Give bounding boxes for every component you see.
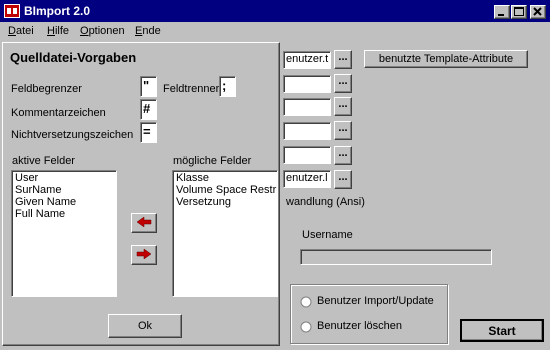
window-title: BImport 2.0 [24, 4, 91, 18]
start-button-label: Start [488, 324, 516, 338]
list-item[interactable]: Full Name [15, 208, 113, 220]
menu-optionen-label: ptionen [88, 25, 125, 37]
list-item[interactable]: Volume Space Restri [176, 184, 277, 196]
list-item[interactable]: Klasse [176, 172, 274, 184]
minimize-button[interactable] [494, 5, 510, 19]
list-item[interactable]: Given Name [15, 196, 113, 208]
aktive-felder-list[interactable]: User SurName Given Name Full Name [11, 170, 117, 297]
menu-datei-label: atei [15, 25, 34, 37]
path-field-4[interactable] [283, 122, 331, 140]
radio-circle-icon [300, 296, 312, 308]
moegliche-felder-label: mögliche Felder [173, 155, 252, 167]
feldtrenner-label: Feldtrenner [163, 83, 220, 95]
minimize-icon [498, 14, 504, 16]
username-progress-bar [300, 249, 492, 265]
list-item[interactable]: Versetzung [176, 196, 274, 208]
path-field-3[interactable] [283, 98, 331, 116]
browse-button-3[interactable]: ... [334, 97, 352, 116]
feldbegrenzer-label: Feldbegrenzer [11, 83, 82, 95]
dialog-title: Quelldatei-Vorgaben [10, 50, 137, 65]
list-item[interactable]: User [15, 172, 113, 184]
feldbegrenzer-input[interactable]: " [140, 76, 157, 97]
conversion-label: wandlung (Ansi) [286, 196, 365, 208]
maximize-icon [514, 7, 524, 16]
path-field-5[interactable] [283, 146, 331, 164]
start-button[interactable]: Start [460, 319, 544, 342]
browse-button-6[interactable]: ... [334, 170, 352, 189]
path-field-2[interactable] [283, 75, 331, 93]
ok-button[interactable]: Ok [108, 314, 182, 338]
list-item[interactable]: SurName [15, 184, 113, 196]
radio-circle-icon [300, 321, 312, 333]
aktive-felder-label: aktive Felder [12, 155, 75, 167]
ok-button-label: Ok [137, 320, 153, 332]
kommentarzeichen-input[interactable]: # [140, 99, 157, 120]
radio-import-label: Benutzer Import/Update [317, 295, 434, 307]
path-field-1[interactable]: enutzer.t [283, 51, 331, 69]
template-attributes-label: benutzte Template-Attribute [378, 53, 514, 65]
browse-button-2[interactable]: ... [334, 74, 352, 93]
menu-ende[interactable]: Ende [135, 25, 161, 37]
menu-hilfe[interactable]: Hilfe [47, 25, 69, 37]
move-right-button[interactable] [131, 245, 157, 265]
arrow-right-icon [136, 248, 152, 260]
kommentarzeichen-label: Kommentarzeichen [11, 107, 106, 119]
browse-button-4[interactable]: ... [334, 121, 352, 140]
menu-hilfe-label: ilfe [54, 25, 70, 37]
radio-delete-label: Benutzer löschen [317, 320, 402, 332]
app-icon[interactable] [4, 4, 20, 18]
menu-optionen[interactable]: Optionen [80, 25, 125, 37]
action-group-box [290, 284, 448, 344]
maximize-button[interactable] [511, 5, 527, 19]
move-left-button[interactable] [131, 213, 157, 233]
browse-button-5[interactable]: ... [334, 146, 352, 165]
nichtversetzung-label: Nichtversetzungszeichen [11, 129, 134, 141]
browse-button-1[interactable]: ... [334, 50, 352, 69]
close-button[interactable] [530, 5, 546, 19]
username-label: Username [302, 229, 353, 241]
arrow-left-icon [136, 216, 152, 228]
menu-datei[interactable]: Datei [8, 25, 34, 37]
radio-delete-users[interactable]: Benutzer löschen [300, 320, 440, 334]
moegliche-felder-list[interactable]: Klasse Volume Space Restri Versetzung [172, 170, 278, 297]
template-attributes-button[interactable]: benutzte Template-Attribute [364, 50, 528, 68]
close-icon [533, 7, 542, 16]
feldtrenner-input[interactable]: ; [219, 76, 236, 97]
path-field-6[interactable]: enutzer.l [283, 170, 331, 188]
nichtversetzung-input[interactable]: = [140, 122, 157, 143]
radio-import-update[interactable]: Benutzer Import/Update [300, 295, 440, 309]
menu-ende-label: nde [142, 25, 161, 37]
